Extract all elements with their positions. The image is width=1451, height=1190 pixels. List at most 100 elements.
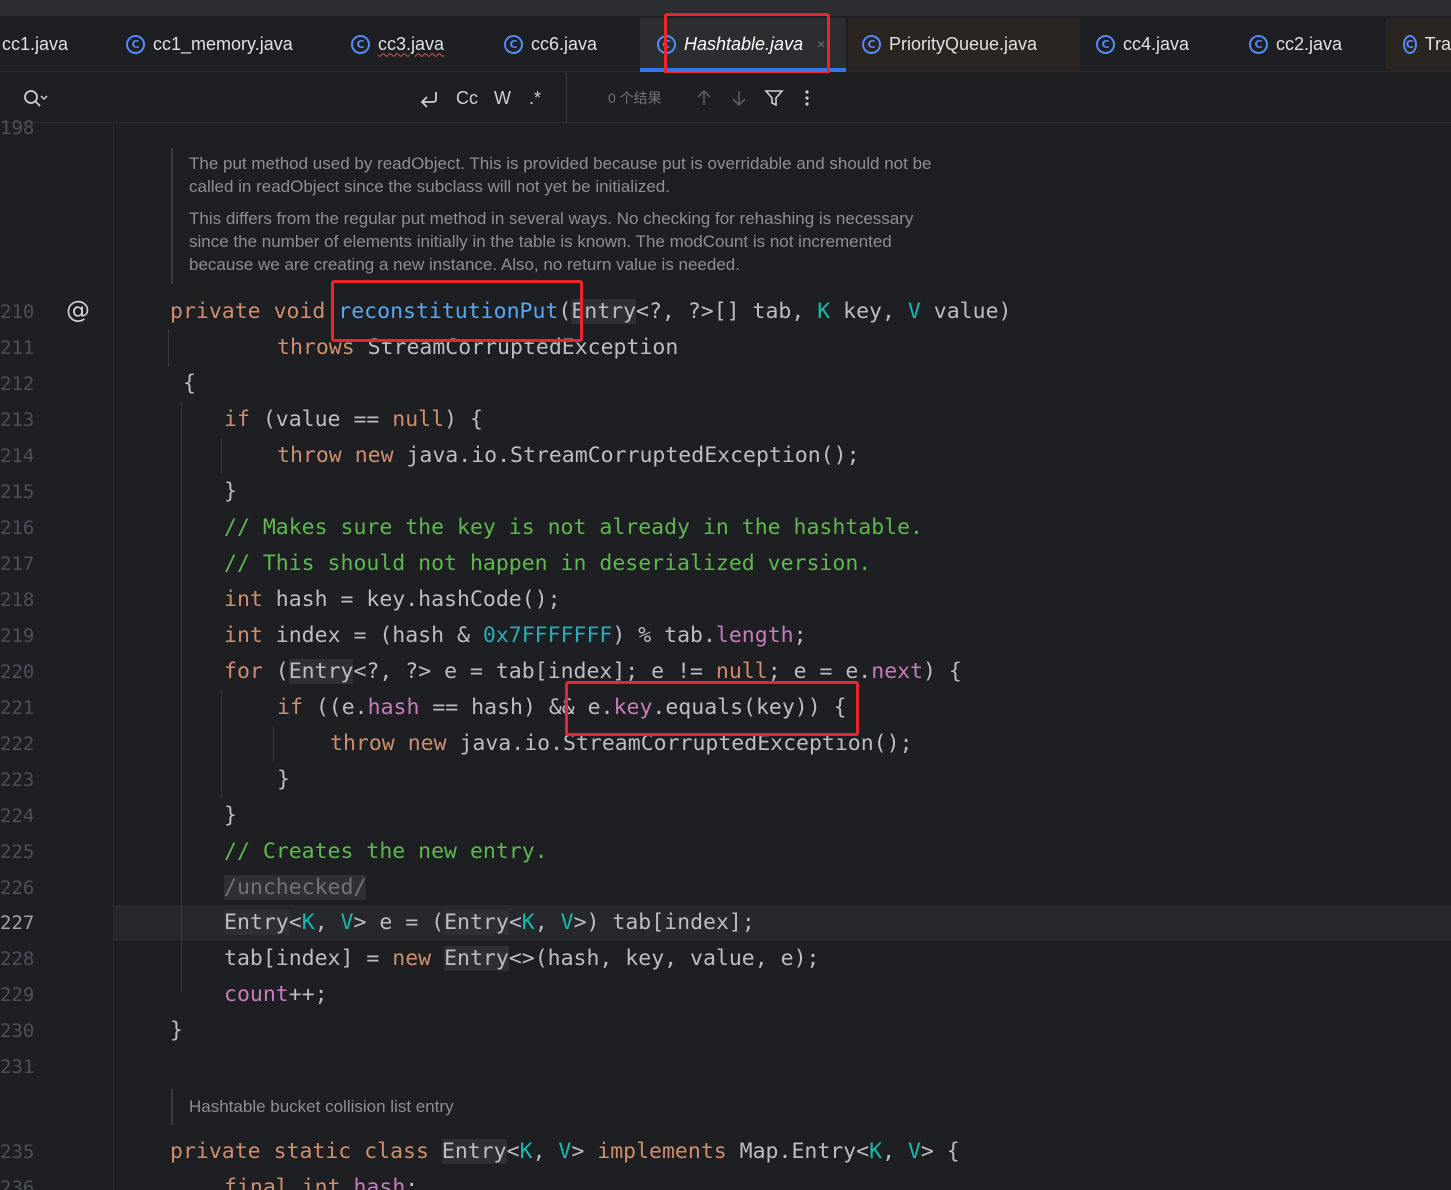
line-comment: // Makes sure the key is not already in … (224, 515, 923, 540)
java-class-icon: C (126, 34, 145, 54)
code-line-225[interactable]: // Creates the new entry. (224, 834, 548, 870)
tab-label: cc2.java (1276, 33, 1343, 54)
new-line-icon[interactable] (418, 73, 440, 123)
line-comment: // This should not happen in deserialize… (224, 551, 872, 576)
line-number: 225 (0, 841, 35, 863)
javadoc-line: Hashtable bucket collision list entry (189, 1097, 454, 1116)
line-number: 218 (0, 589, 35, 611)
code-line-210[interactable]: private void reconstitutionPut(Entry<?, … (170, 294, 1011, 330)
type-param: V (907, 299, 921, 324)
type-param: K (519, 1139, 533, 1164)
class-ref[interactable]: Entry (444, 946, 509, 971)
folded-annotation[interactable]: /unchecked/ (224, 875, 367, 900)
overrides-marker-icon[interactable]: @ (64, 296, 92, 324)
javadoc-line: since the number of elements initially i… (189, 232, 892, 251)
code-line-217[interactable]: // This should not happen in deserialize… (224, 546, 871, 582)
code-line-230[interactable]: } (170, 1013, 183, 1049)
line-comment: // Creates the new entry. (224, 839, 548, 864)
tab-cc2[interactable]: C cc2.java (1249, 18, 1342, 70)
code-line-227[interactable]: Entry<K, V> e = (Entry<K, V>) tab[index]… (224, 905, 755, 941)
type-param: K (301, 910, 315, 935)
tab-cc3[interactable]: C cc3.java (351, 18, 444, 70)
code-text: >) tab[index]; (573, 910, 755, 935)
annotation-box-tab (664, 13, 830, 75)
code-line-212[interactable]: { (183, 366, 196, 402)
code-line-215[interactable]: } (224, 474, 237, 510)
tab-cc4[interactable]: C cc4.java (1096, 18, 1189, 70)
keyword: new (407, 731, 447, 756)
code-text: java.io.StreamCorruptedException(); (393, 443, 860, 468)
class-name[interactable]: Entry (441, 1139, 507, 1164)
previous-occurrence-icon[interactable] (695, 73, 713, 123)
code-line-223[interactable]: } (277, 762, 290, 798)
code-line-213[interactable]: if (value == null) { (224, 402, 483, 438)
code-line-236[interactable]: final int hash; (224, 1170, 418, 1190)
class-ref[interactable]: Entry (444, 910, 509, 935)
toolbar-divider (566, 73, 567, 123)
code-line-224[interactable]: } (224, 798, 237, 834)
code-text: } (277, 767, 290, 792)
tab-cc6[interactable]: C cc6.java (504, 18, 597, 70)
type-param: V (558, 1139, 572, 1164)
code-text: , (882, 1139, 908, 1164)
rendered-javadoc[interactable]: The put method used by readObject. This … (189, 152, 931, 276)
code-text: , (534, 910, 561, 935)
code-text: } (170, 1018, 183, 1043)
line-number: 210 (0, 301, 35, 323)
class-ref[interactable]: Entry (224, 910, 289, 935)
keyword: if (277, 695, 303, 720)
javadoc-line: called in readObject since the subclass … (189, 177, 670, 196)
java-class-icon: C (1096, 34, 1115, 54)
line-number: 220 (0, 661, 35, 683)
code-text: (value == (249, 407, 393, 432)
code-text: <>(hash, key, value, e); (508, 946, 820, 971)
code-line-228[interactable]: tab[index] = new Entry<>(hash, key, valu… (224, 941, 819, 977)
tab-label: cc4.java (1123, 33, 1190, 54)
code-line-214[interactable]: throw new java.io.StreamCorruptedExcepti… (277, 438, 860, 474)
code-line-229[interactable]: count++; (224, 977, 328, 1013)
tab-label: cc6.java (531, 33, 598, 54)
tab-truncated[interactable]: C Tra (1386, 18, 1451, 70)
line-number: 211 (0, 337, 35, 359)
next-occurrence-icon[interactable] (730, 73, 748, 123)
regex-toggle[interactable]: .* (529, 73, 541, 123)
type-param: K (817, 299, 831, 324)
line-number: 230 (0, 1020, 35, 1042)
indent-guide (168, 330, 169, 366)
line-number: 223 (0, 769, 35, 791)
keyword: for (224, 659, 263, 684)
javadoc-line: The put method used by readObject. This … (189, 154, 932, 173)
field-ref: next (871, 659, 924, 684)
match-case-toggle[interactable]: Cc (456, 73, 478, 123)
tab-priorityqueue[interactable]: C PriorityQueue.java (848, 18, 1080, 70)
type-param: V (907, 1139, 921, 1164)
tab-label: cc3.java (378, 33, 445, 54)
javadoc-bar (171, 1089, 173, 1125)
code-text: < (506, 1139, 520, 1164)
annotation-box-method (331, 280, 583, 342)
code-line-226[interactable]: /unchecked/ (224, 870, 367, 906)
filter-icon[interactable] (764, 73, 784, 123)
line-number: 219 (0, 625, 35, 647)
code-editor[interactable]: 198 210 211 212 213 214 215 216 217 218 … (0, 117, 1451, 1190)
code-line-219[interactable]: int index = (hash & 0x7FFFFFFF) % tab.le… (224, 618, 807, 654)
line-number: 216 (0, 517, 35, 539)
tab-cc1[interactable]: cc1.java (2, 18, 68, 70)
code-text: > (571, 1139, 585, 1164)
keyword: static (273, 1139, 352, 1164)
more-options-icon[interactable] (802, 73, 812, 123)
whole-words-toggle[interactable]: W (494, 73, 511, 123)
code-line-216[interactable]: // Makes sure the key is not already in … (224, 510, 923, 546)
code-text: index = (hash & (262, 623, 483, 648)
code-line-235[interactable]: private static class Entry<K, V> impleme… (170, 1134, 960, 1170)
tab-cc1-memory[interactable]: C cc1_memory.java (126, 18, 293, 70)
gutter-separator (113, 124, 114, 1190)
java-class-icon: C (1403, 34, 1417, 54)
tab-label: PriorityQueue.java (889, 33, 1038, 54)
rendered-javadoc[interactable]: Hashtable bucket collision list entry (189, 1095, 454, 1118)
code-line-218[interactable]: int hash = key.hashCode(); (224, 582, 561, 618)
class-ref[interactable]: Entry (288, 659, 354, 684)
keyword: void (273, 299, 326, 324)
java-class-icon: C (504, 34, 523, 54)
indent-guide (181, 402, 182, 992)
